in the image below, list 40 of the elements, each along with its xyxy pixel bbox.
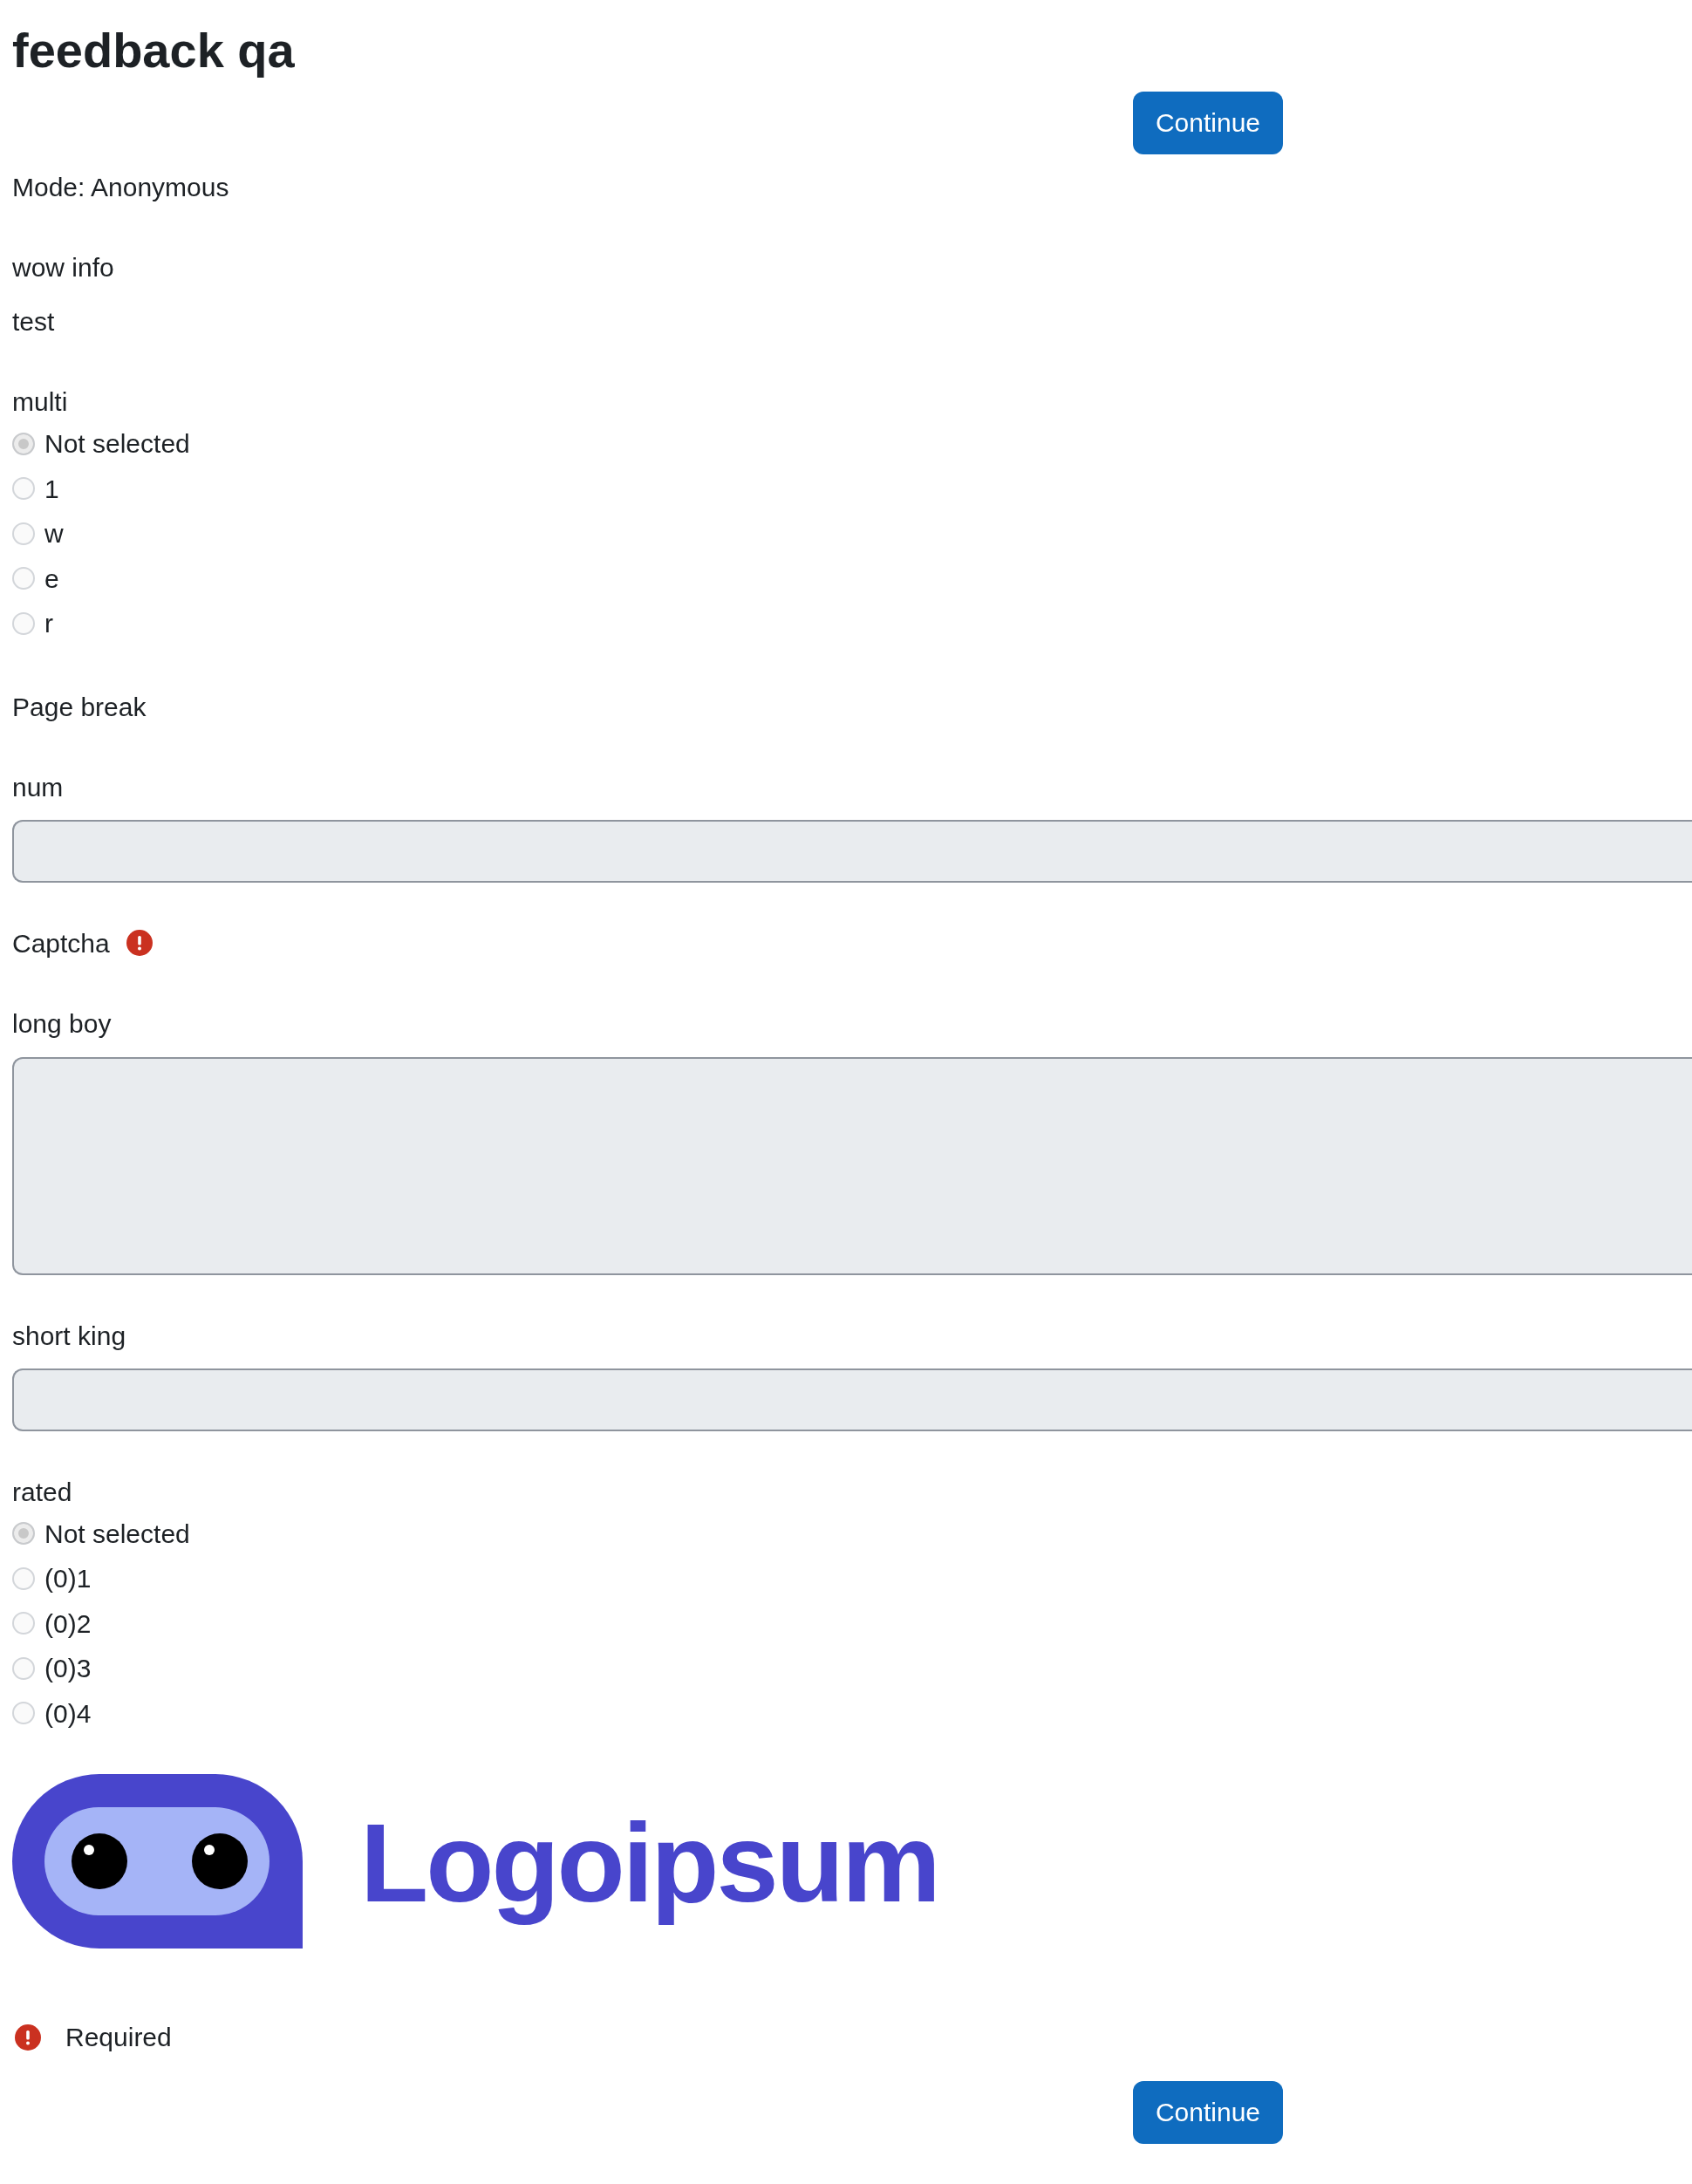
- radio-button[interactable]: [12, 1702, 35, 1725]
- radio-button[interactable]: [12, 1522, 35, 1546]
- captcha-label: Captcha: [12, 927, 110, 959]
- logo-text: Logoipsum: [360, 1799, 938, 1927]
- option-label: (0)3: [44, 1653, 92, 1685]
- info-text: test: [12, 306, 55, 338]
- question-label: multi: [12, 386, 68, 418]
- question-label: long boy: [12, 1007, 112, 1040]
- option-label: e: [44, 563, 59, 595]
- radio-button[interactable]: [12, 477, 35, 501]
- question-label: rated: [12, 1476, 72, 1508]
- radio-button[interactable]: [12, 567, 35, 590]
- option-label: r: [44, 608, 53, 640]
- input-field[interactable]: [12, 1368, 1692, 1431]
- option-label: (0)1: [44, 1563, 92, 1595]
- radio-button[interactable]: [12, 611, 35, 635]
- required-icon: [15, 2024, 41, 2051]
- question-label: short king: [12, 1320, 126, 1352]
- continue-button[interactable]: Continue: [1132, 2081, 1283, 2144]
- required-note: Required: [65, 2022, 172, 2053]
- option-label: 1: [44, 473, 59, 505]
- continue-button[interactable]: Continue: [1132, 92, 1283, 154]
- input-field[interactable]: [12, 819, 1692, 883]
- mode-text: Mode: Anonymous: [12, 172, 229, 203]
- info-label: wow info: [12, 252, 114, 283]
- option-label: Not selected: [44, 1518, 190, 1550]
- radio-button[interactable]: [12, 432, 35, 455]
- page-title: feedback qa: [12, 22, 295, 79]
- text-area[interactable]: [12, 1056, 1692, 1275]
- option-label: Not selected: [44, 428, 190, 461]
- option-label: (0)4: [44, 1697, 92, 1730]
- radio-button[interactable]: [12, 522, 35, 545]
- option-label: (0)2: [44, 1607, 92, 1640]
- page-break-label: Page break: [12, 691, 147, 723]
- radio-button[interactable]: [12, 1566, 35, 1590]
- logo-icon: [12, 1774, 303, 1949]
- option-label: w: [44, 518, 64, 550]
- radio-button[interactable]: [12, 1656, 35, 1680]
- question-label: num: [12, 771, 64, 803]
- radio-button[interactable]: [12, 1612, 35, 1635]
